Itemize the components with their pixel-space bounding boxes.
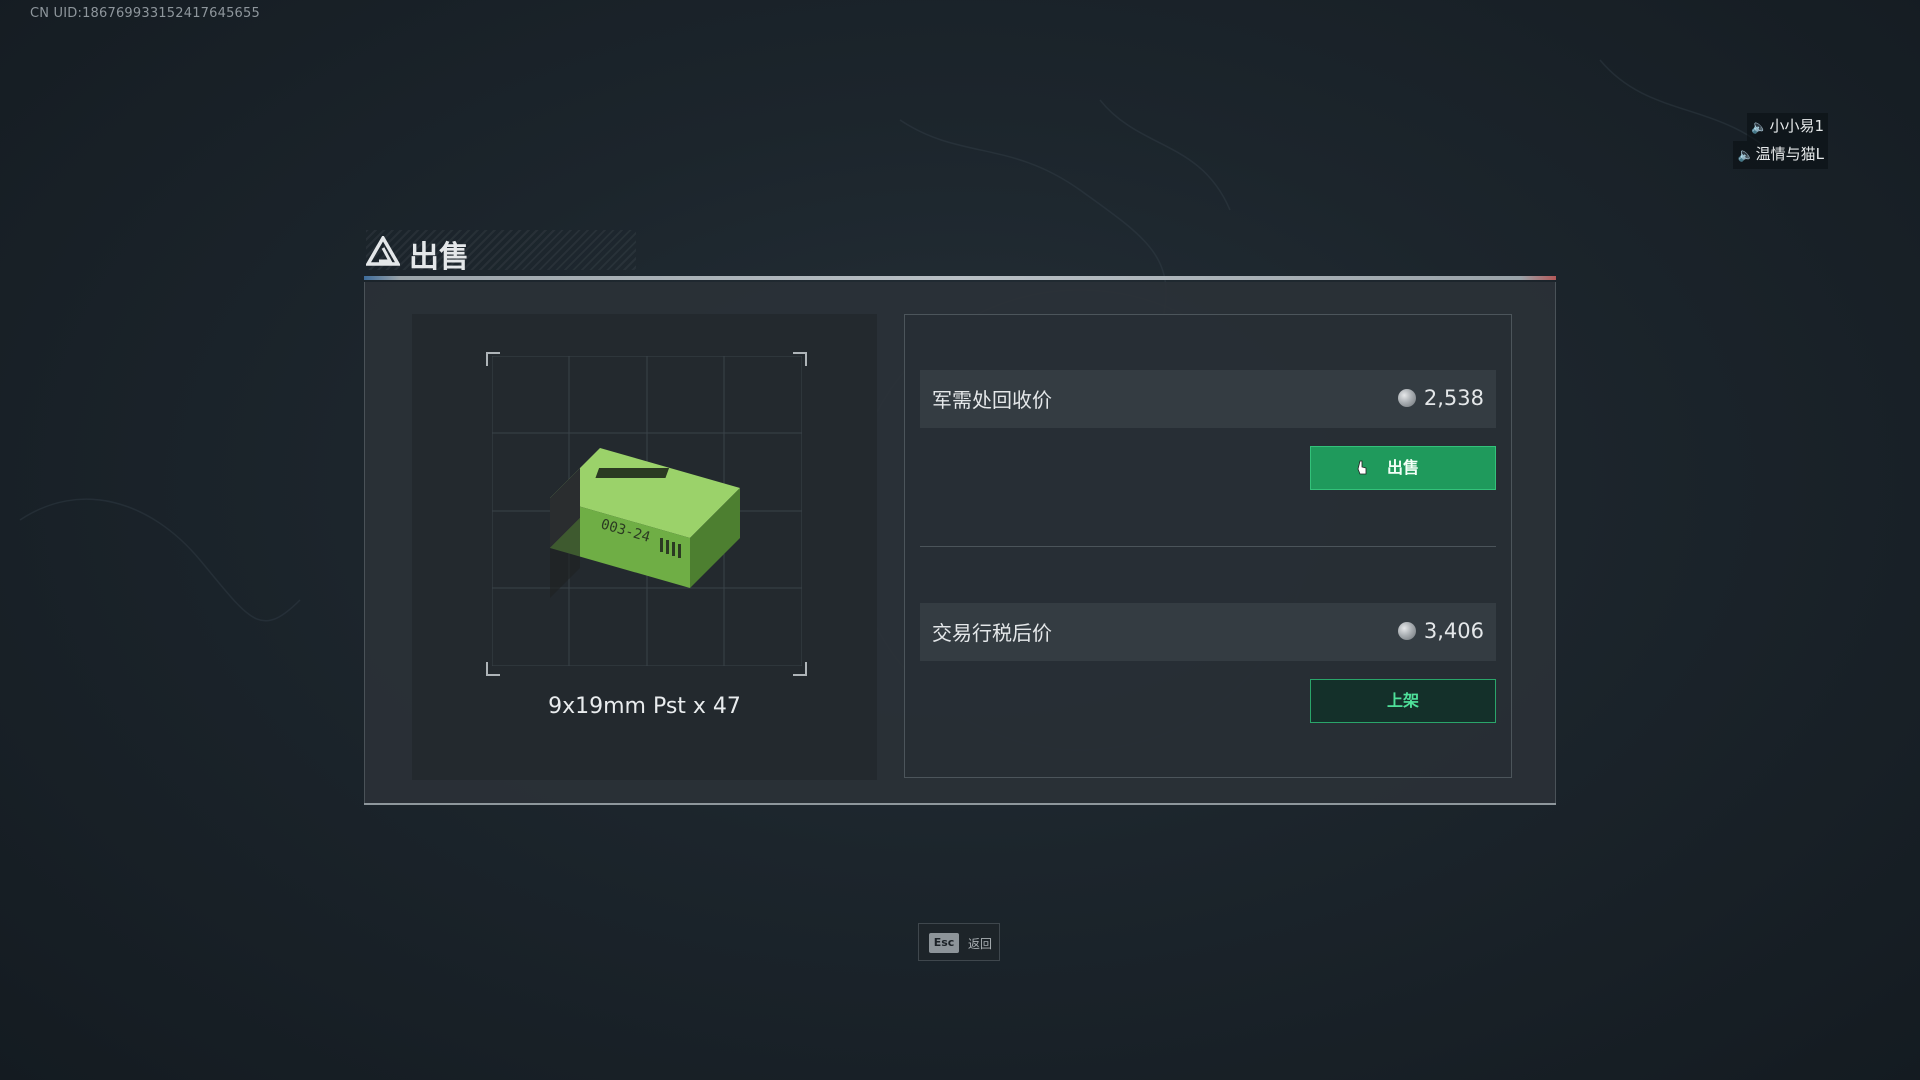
coin-icon xyxy=(1397,622,1416,640)
mouse-cursor-icon xyxy=(1357,460,1367,475)
sell-button[interactable]: 出售 xyxy=(1310,446,1496,490)
item-name: 9x19mm Pst x 47 xyxy=(548,694,741,719)
player-uid: CN UID:186769933152417645655 xyxy=(30,6,260,21)
delta-logo-icon xyxy=(366,236,400,266)
speaker-name: 温情与猫L xyxy=(1755,145,1824,163)
exchange-price-value: 3,406 xyxy=(1397,619,1484,643)
esc-key: Esc xyxy=(929,933,959,953)
exchange-price-row: 交易行税后价 3,406 xyxy=(920,603,1496,661)
quartermaster-price-value: 2,538 xyxy=(1397,386,1484,410)
dialog-title-bar: 出售 xyxy=(366,230,636,275)
voice-chat-list: 🔈 小小易1 🔈 温情与猫L xyxy=(1733,113,1828,169)
voice-speaker: 🔈 温情与猫L xyxy=(1733,141,1828,169)
dialog-top-border xyxy=(364,276,1556,280)
frame-corner xyxy=(486,352,500,366)
coin-icon xyxy=(1397,389,1416,407)
back-label: 返回 xyxy=(968,937,993,951)
voice-speaker: 🔈 小小易1 xyxy=(1747,113,1828,141)
section-divider xyxy=(920,546,1496,547)
price-amount: 3,406 xyxy=(1423,619,1484,643)
quartermaster-price-row: 军需处回收价 2,538 xyxy=(920,370,1496,428)
frame-corner xyxy=(793,662,807,676)
frame-corner xyxy=(793,352,807,366)
price-amount: 2,538 xyxy=(1423,386,1484,410)
speaker-icon: 🔈 xyxy=(1737,148,1754,163)
exchange-price-label: 交易行税后价 xyxy=(932,621,1052,645)
speaker-icon: 🔈 xyxy=(1751,120,1768,135)
ammo-box-icon[interactable]: 003-24 xyxy=(540,438,755,598)
frame-corner xyxy=(486,662,500,676)
dialog-bottom-border xyxy=(364,803,1556,805)
speaker-name: 小小易1 xyxy=(1769,117,1824,135)
quartermaster-price-label: 军需处回收价 xyxy=(932,388,1052,412)
dialog-title: 出售 xyxy=(409,240,469,275)
list-on-market-button[interactable]: 上架 xyxy=(1310,679,1496,723)
back-hint[interactable]: Esc 返回 xyxy=(918,923,1000,961)
